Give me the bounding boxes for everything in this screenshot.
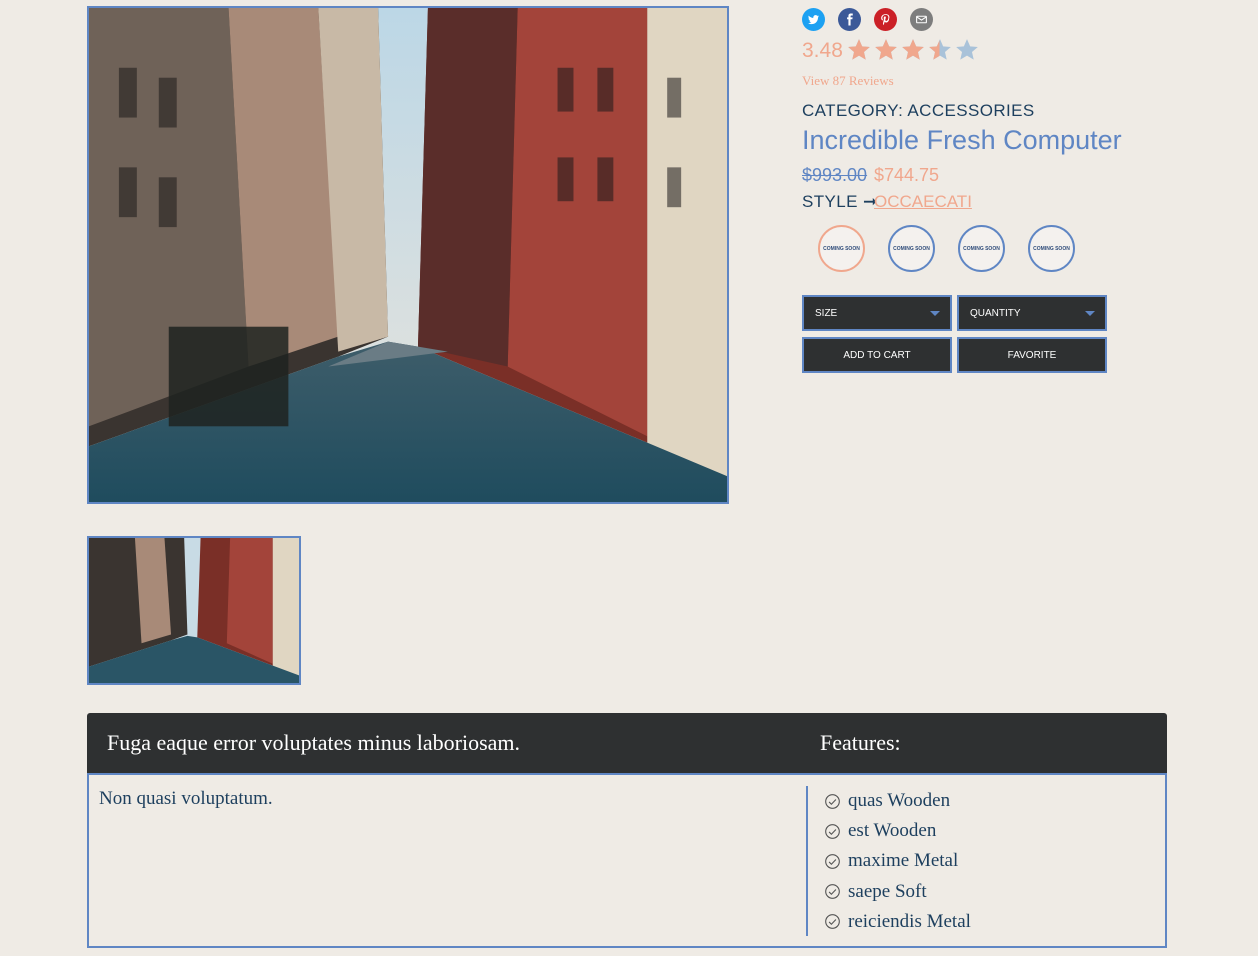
product-thumbnail[interactable]	[87, 536, 301, 685]
star-icon	[956, 39, 978, 60]
rating-value: 3.48	[802, 39, 843, 62]
check-circle-icon	[825, 793, 840, 809]
style-swatch-1[interactable]: COMING SOON	[818, 225, 865, 272]
feature-text: saepe Soft	[848, 880, 927, 902]
check-circle-icon	[825, 884, 840, 900]
features-divider	[806, 786, 808, 936]
check-circle-icon	[825, 823, 840, 839]
feature-item: reiciendis Metal	[824, 907, 971, 937]
feature-item: maxime Metal	[824, 846, 971, 876]
feature-text: est Wooden	[848, 820, 937, 842]
facebook-icon	[847, 13, 853, 26]
swatch-label: COMING SOON	[963, 245, 1000, 252]
swatch-label: COMING SOON	[893, 245, 930, 252]
size-select-label: SIZE	[815, 307, 838, 319]
check-circle-icon	[825, 914, 840, 930]
feature-text: quas Wooden	[848, 790, 951, 812]
add-to-cart-button[interactable]: ADD TO CART	[802, 337, 952, 373]
email-icon	[916, 15, 927, 24]
favorite-button[interactable]: FAVORITE	[957, 337, 1107, 373]
price-original: $993.00	[802, 165, 868, 185]
star-icon	[902, 39, 924, 60]
features-title: Features:	[820, 730, 901, 755]
chevron-down-icon	[1085, 311, 1095, 316]
product-main-image[interactable]	[87, 6, 729, 504]
size-select[interactable]: SIZE	[802, 295, 952, 331]
rating-stars	[846, 36, 980, 64]
street-photo-thumbnail	[89, 538, 299, 683]
style-swatch-3[interactable]: COMING SOON	[958, 225, 1005, 272]
product-title: Incredible Fresh Computer	[802, 125, 1122, 155]
style-value-link[interactable]: OCCAECATI	[874, 192, 972, 212]
feature-text: maxime Metal	[848, 850, 959, 872]
price-sale: $744.75	[874, 165, 940, 185]
details-title: Fuga eaque error voluptates minus labori…	[107, 730, 521, 755]
facebook-share-button[interactable]	[838, 8, 861, 31]
email-share-button[interactable]	[910, 8, 933, 31]
check-circle-icon	[825, 854, 840, 869]
quantity-select[interactable]: QUANTITY	[957, 295, 1107, 331]
view-reviews-link[interactable]: View 87 Reviews	[802, 73, 894, 89]
feature-item: quas Wooden	[824, 786, 971, 816]
swatch-label: COMING SOON	[823, 245, 860, 252]
star-icon	[929, 39, 951, 60]
street-photo	[89, 8, 727, 502]
star-icon	[875, 39, 897, 60]
swatch-label: COMING SOON	[1033, 245, 1070, 252]
style-swatch-2[interactable]: COMING SOON	[888, 225, 935, 272]
pinterest-icon	[881, 14, 890, 26]
pinterest-share-button[interactable]	[874, 8, 897, 31]
style-swatch-4[interactable]: COMING SOON	[1028, 225, 1075, 272]
product-category: CATEGORY: ACCESSORIES	[802, 101, 1035, 120]
quantity-select-label: QUANTITY	[970, 307, 1021, 319]
star-icon	[848, 39, 870, 60]
feature-item: saepe Soft	[824, 877, 971, 907]
twitter-share-button[interactable]	[802, 8, 825, 31]
twitter-icon	[808, 15, 820, 25]
product-description: Non quasi voluptatum.	[99, 788, 273, 809]
feature-text: reiciendis Metal	[848, 910, 971, 932]
style-label: STYLE ➞	[802, 192, 878, 211]
features-list: quas Wooden est Wooden maxime Metal saep…	[824, 786, 971, 937]
feature-item: est Wooden	[824, 816, 971, 846]
chevron-down-icon	[930, 311, 940, 316]
